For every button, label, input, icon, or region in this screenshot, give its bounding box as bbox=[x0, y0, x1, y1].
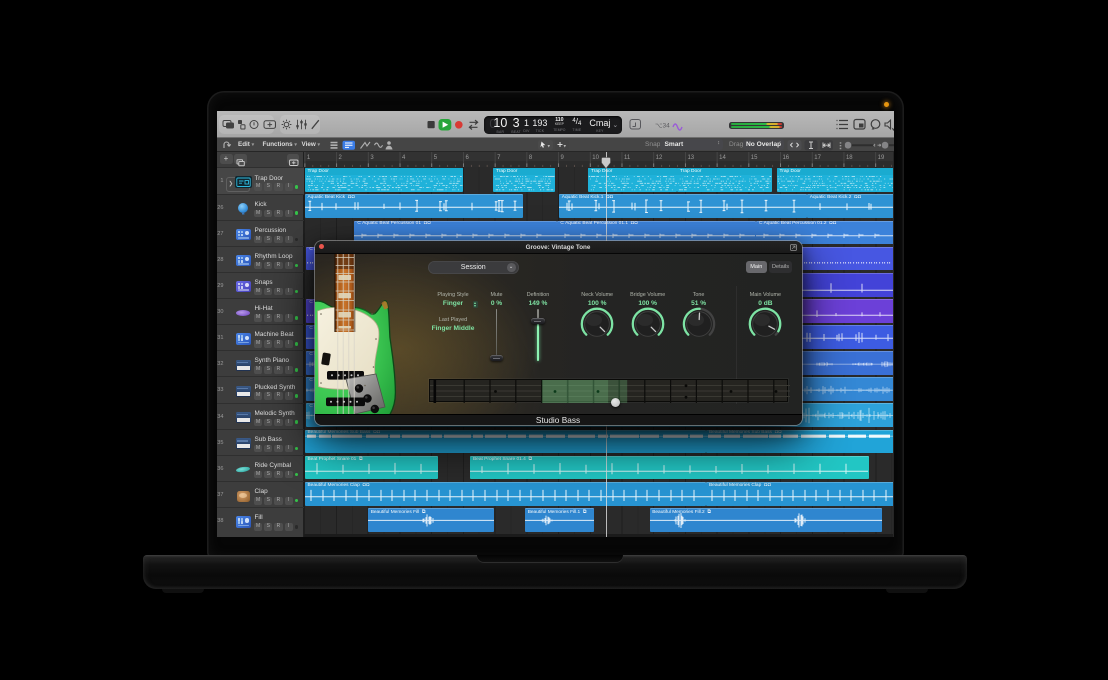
svg-text:16: 16 bbox=[783, 155, 790, 161]
svg-text:9: 9 bbox=[561, 155, 565, 161]
svg-text:17: 17 bbox=[814, 155, 821, 161]
svg-text:14: 14 bbox=[719, 155, 726, 161]
svg-text:3: 3 bbox=[370, 155, 374, 161]
svg-text:2: 2 bbox=[339, 155, 343, 161]
svg-text:18: 18 bbox=[846, 155, 853, 161]
svg-text:▾: ▾ bbox=[564, 143, 567, 149]
svg-text:8: 8 bbox=[529, 155, 533, 161]
svg-text:13: 13 bbox=[688, 155, 695, 161]
svg-text:19: 19 bbox=[878, 155, 885, 161]
svg-text:1: 1 bbox=[307, 155, 311, 161]
svg-text:10: 10 bbox=[592, 155, 599, 161]
svg-text:6: 6 bbox=[466, 155, 470, 161]
svg-text:12: 12 bbox=[656, 155, 663, 161]
svg-text:5: 5 bbox=[434, 155, 438, 161]
svg-text:11: 11 bbox=[624, 155, 631, 161]
svg-text:▾: ▾ bbox=[548, 143, 551, 149]
svg-text:7: 7 bbox=[497, 155, 501, 161]
svg-text:4: 4 bbox=[402, 155, 406, 161]
svg-text:15: 15 bbox=[751, 155, 758, 161]
svg-text:⌥34: ⌥34 bbox=[655, 123, 670, 130]
